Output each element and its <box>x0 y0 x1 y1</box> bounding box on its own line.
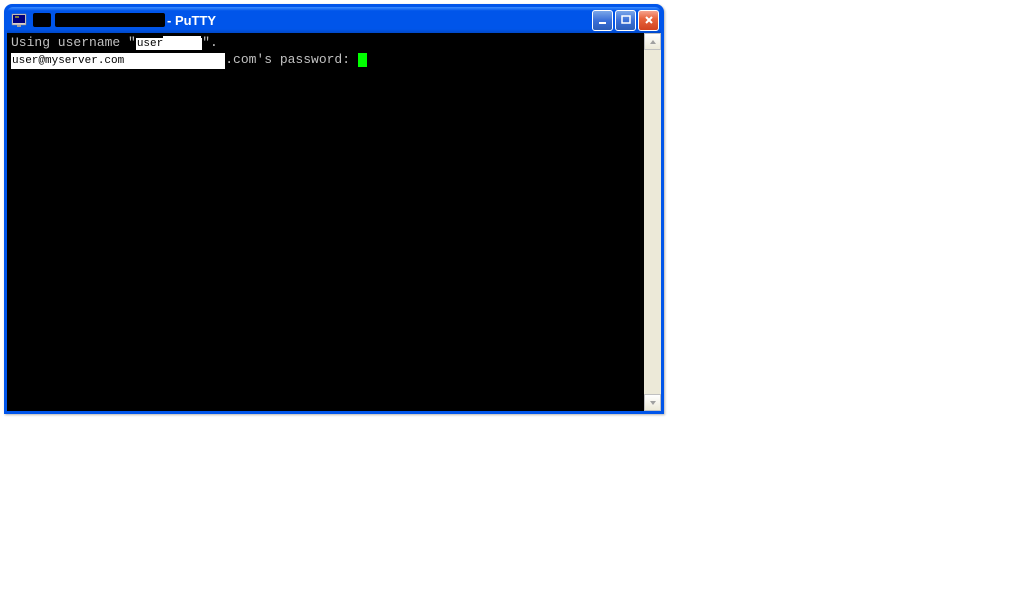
terminal-area: Using username "user".user@myserver.com.… <box>7 33 661 411</box>
terminal-line-1: Using username "user". <box>11 35 640 52</box>
maximize-button[interactable] <box>615 10 636 31</box>
line1-suffix: ". <box>202 35 218 50</box>
terminal-line-2: user@myserver.com.com's password: <box>11 52 640 69</box>
title-redaction-2 <box>55 13 165 27</box>
putty-icon <box>11 12 27 28</box>
vertical-scrollbar[interactable] <box>644 33 661 411</box>
terminal-cursor <box>358 53 367 67</box>
title-redaction-1 <box>33 13 51 27</box>
window-controls <box>592 10 659 31</box>
line2-suffix: .com's password: <box>225 52 358 67</box>
scroll-up-button[interactable] <box>644 33 661 50</box>
minimize-button[interactable] <box>592 10 613 31</box>
scroll-down-button[interactable] <box>644 394 661 411</box>
close-button[interactable] <box>638 10 659 31</box>
putty-window: - PuTTY Using username "user".user@myser… <box>4 4 664 414</box>
terminal-content[interactable]: Using username "user".user@myserver.com.… <box>7 33 644 411</box>
line1-prefix: Using username " <box>11 35 136 50</box>
titlebar[interactable]: - PuTTY <box>7 7 661 33</box>
line2-host-redacted: user@myserver.com <box>11 53 225 69</box>
window-title: - PuTTY <box>167 13 216 28</box>
line1-username-redacted: user <box>136 38 202 50</box>
